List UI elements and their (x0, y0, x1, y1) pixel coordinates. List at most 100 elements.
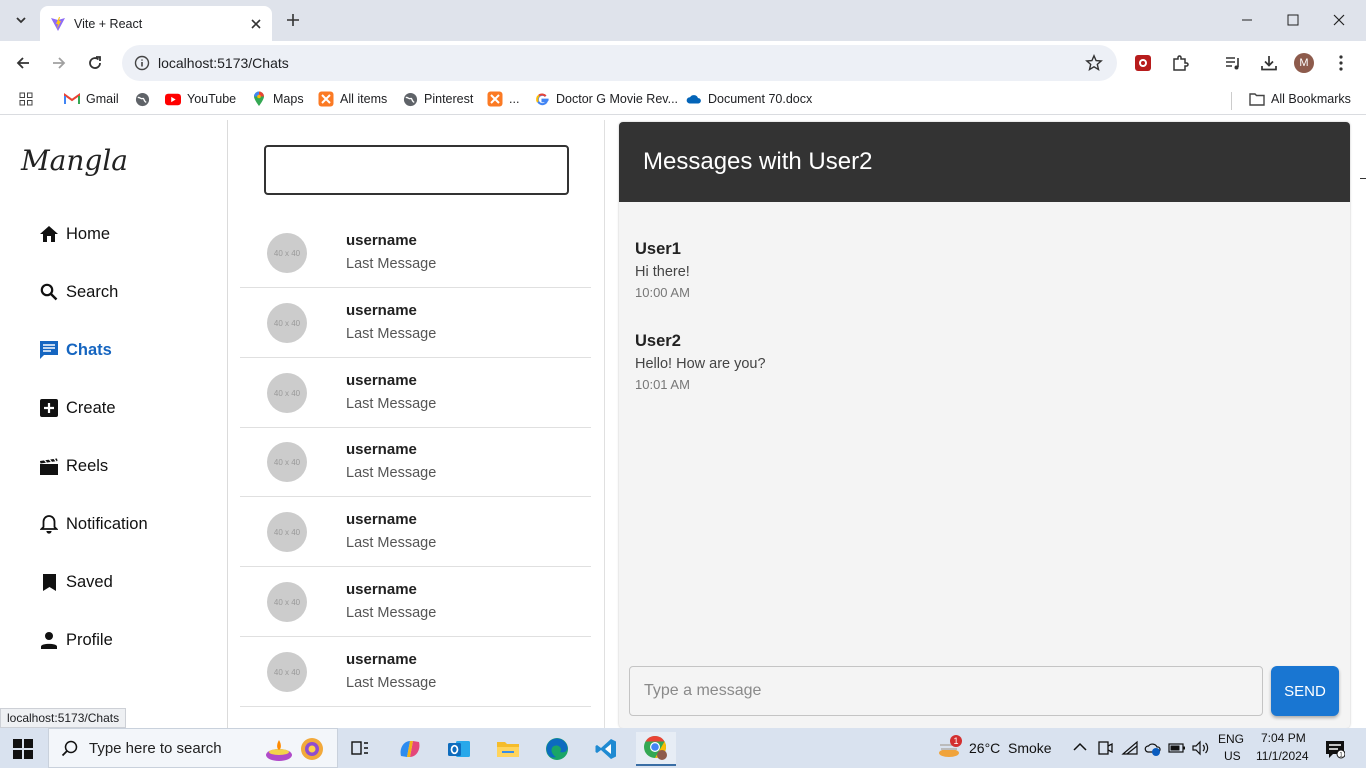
bookmark-document[interactable]: Document 70.docx (686, 91, 812, 107)
chat-list-item[interactable]: 40 x 40 username Last Message (240, 427, 591, 497)
browser-tab-active[interactable]: Vite + React (40, 6, 272, 41)
maximize-button[interactable] (1270, 0, 1316, 40)
bookmark-doctor-g[interactable]: Doctor G Movie Rev... (534, 91, 678, 107)
clock-date[interactable]: 11/1/2024 (1256, 749, 1309, 763)
new-tab-button[interactable] (282, 9, 304, 31)
bookmark-label: Doctor G Movie Rev... (556, 92, 679, 106)
bookmark-all-items[interactable]: All items (318, 91, 387, 107)
chevron-up-icon[interactable] (1073, 742, 1087, 752)
meet-now-icon[interactable] (1097, 739, 1113, 757)
avatar: 40 x 40 (267, 233, 307, 273)
all-bookmarks-button[interactable]: All Bookmarks (1249, 91, 1351, 107)
avatar: 40 x 40 (267, 373, 307, 413)
apps-grid-button[interactable] (18, 91, 40, 107)
chrome-taskbar-app[interactable] (636, 732, 676, 766)
bookmark-pinterest[interactable]: Pinterest (402, 91, 473, 107)
bookmark-gmail[interactable]: Gmail (64, 91, 119, 107)
network-icon[interactable] (1121, 740, 1139, 756)
bookmark-maps[interactable]: Maps (251, 91, 304, 107)
profile-avatar[interactable]: M (1294, 53, 1314, 73)
more-menu-icon[interactable] (1330, 52, 1352, 74)
add-box-icon (38, 397, 60, 419)
movie-icon (38, 455, 60, 477)
input-region[interactable]: US (1224, 749, 1241, 763)
edge-taskbar-app[interactable] (537, 732, 577, 766)
youtube-icon (165, 91, 181, 107)
chat-username: username (346, 232, 417, 249)
forward-button[interactable] (47, 51, 71, 75)
nav-item-search[interactable]: Search (38, 278, 118, 306)
google-icon (534, 91, 550, 107)
clock-time[interactable]: 7:04 PM (1261, 731, 1306, 745)
weather-icon[interactable]: 1 (938, 735, 962, 760)
nav-label: Search (66, 282, 119, 301)
send-button[interactable]: SEND (1271, 666, 1339, 716)
onedrive-icon[interactable] (1144, 740, 1162, 756)
chat-list-item[interactable]: 40 x 40 username Last Message (240, 497, 591, 567)
outlook-taskbar-app[interactable] (439, 732, 479, 766)
message-input[interactable] (629, 666, 1263, 716)
nav-item-chats[interactable]: Chats (38, 336, 112, 364)
nav-label: Profile (66, 630, 113, 649)
extension-icon[interactable] (1132, 52, 1154, 74)
close-window-button[interactable] (1316, 0, 1362, 40)
site-info-icon[interactable] (134, 55, 150, 71)
taskbar-search-box[interactable]: Type here to search (48, 728, 338, 768)
vscode-taskbar-app[interactable] (586, 732, 626, 766)
globe-icon (134, 91, 150, 107)
app-viewport: Mangla Home Search Chats Create Reels No… (0, 120, 1366, 728)
battery-icon[interactable] (1168, 741, 1186, 755)
bookmark-xampp[interactable]: ... (487, 91, 519, 107)
back-button[interactable] (11, 51, 35, 75)
url-text[interactable]: localhost:5173/Chats (158, 55, 289, 71)
nav-item-notification[interactable]: Notification (38, 510, 148, 538)
chat-search-input[interactable] (264, 145, 569, 195)
chat-list-item[interactable]: 40 x 40 username Last Message (240, 218, 591, 288)
bookmark-star-icon[interactable] (1085, 54, 1103, 72)
chat-list-item[interactable]: 40 x 40 username Last Message (240, 567, 591, 637)
bookmark-label: Document 70.docx (708, 92, 813, 106)
nav-item-saved[interactable]: Saved (38, 568, 113, 596)
diya-lamp-icon[interactable] (265, 735, 329, 763)
tab-search-button[interactable] (8, 8, 34, 32)
conversation-panel: Messages with User2 User1 Hi there! 10:0… (619, 122, 1350, 728)
bookmark-youtube[interactable]: YouTube (165, 91, 236, 107)
volume-icon[interactable] (1192, 740, 1210, 756)
avatar: 40 x 40 (267, 512, 307, 552)
reload-icon (89, 56, 101, 69)
chat-list-item[interactable]: 40 x 40 username Last Message (240, 637, 591, 707)
copilot-taskbar-app[interactable] (390, 732, 430, 766)
reload-button[interactable] (83, 51, 107, 75)
weather-desc[interactable]: Smoke (1008, 740, 1052, 756)
message-item: User2 Hello! How are you? 10:01 AM (635, 332, 766, 392)
weather-temp[interactable]: 26°C (969, 740, 1000, 756)
outlook-icon (448, 741, 470, 757)
minimize-button[interactable] (1224, 0, 1270, 40)
nav-item-home[interactable]: Home (38, 220, 110, 248)
extensions-puzzle-icon[interactable] (1169, 52, 1191, 74)
input-language[interactable]: ENG (1218, 732, 1244, 746)
browser-tabstrip: Vite + React (0, 0, 1366, 41)
download-icon[interactable] (1258, 52, 1280, 74)
maps-pin-icon (251, 91, 267, 107)
chat-list-item[interactable]: 40 x 40 username Last Message (240, 358, 591, 428)
notification-center-icon[interactable]: 1 (1325, 739, 1345, 759)
message-text: Hello! How are you? (635, 356, 766, 372)
nav-label: Chats (66, 340, 112, 359)
windows-start-icon[interactable] (12, 738, 34, 760)
nav-item-reels[interactable]: Reels (38, 452, 108, 480)
chat-list-item[interactable]: 40 x 40 username Last Message (240, 288, 591, 358)
address-bar[interactable]: localhost:5173/Chats (122, 45, 1117, 81)
close-tab-icon[interactable] (246, 14, 266, 34)
app-logo[interactable]: Mangla (21, 144, 128, 177)
nav-item-create[interactable]: Create (38, 394, 116, 422)
folder-icon (497, 742, 519, 757)
file-explorer-taskbar-app[interactable] (488, 732, 528, 766)
xampp-icon (487, 91, 503, 107)
nav-item-profile[interactable]: Profile (38, 626, 113, 654)
bell-icon (38, 513, 60, 535)
bookmark-icon (38, 571, 60, 593)
bookmark-globe[interactable] (134, 91, 156, 107)
task-view-button[interactable] (340, 732, 380, 766)
media-controls-icon[interactable] (1222, 52, 1244, 74)
